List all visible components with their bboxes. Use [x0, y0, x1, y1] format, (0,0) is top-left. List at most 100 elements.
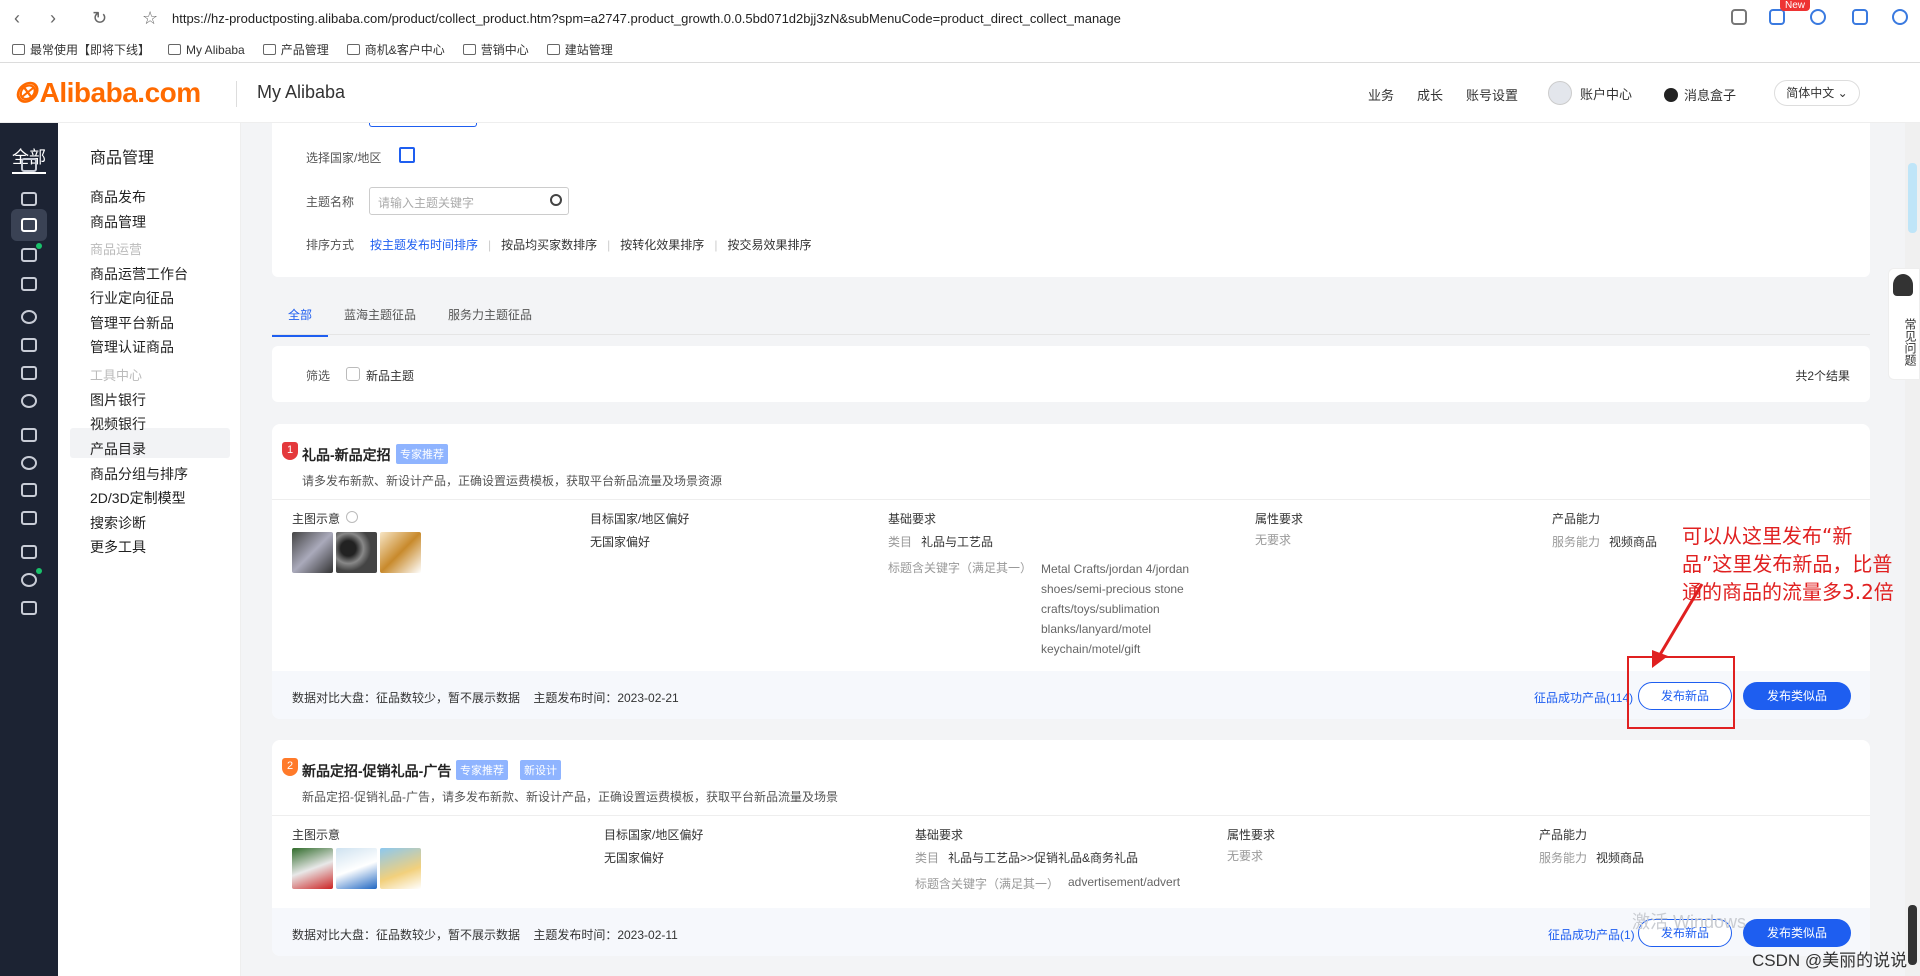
- tab-divider: [272, 334, 1870, 335]
- video-icon[interactable]: [21, 248, 37, 262]
- help-icon[interactable]: [346, 511, 358, 523]
- sort-by-publish-time[interactable]: 按主题发布时间排序: [370, 236, 478, 253]
- topic-label: 主题名称: [306, 195, 355, 209]
- tab-service[interactable]: 服务力主题征品: [432, 300, 548, 337]
- open-tab-icon[interactable]: [1731, 9, 1747, 25]
- search-icon[interactable]: [550, 194, 562, 206]
- home-icon[interactable]: [21, 158, 37, 172]
- product-thumbnail[interactable]: [336, 532, 377, 573]
- menu-product-manage[interactable]: 商品管理: [90, 212, 146, 232]
- sort-by-conversion[interactable]: 按转化效果排序: [620, 236, 704, 253]
- reload-icon[interactable]: ↻: [92, 8, 107, 29]
- nav-account-settings[interactable]: 账号设置: [1466, 85, 1518, 104]
- divider: |: [607, 237, 611, 252]
- card-title[interactable]: 礼品-新品定招: [302, 445, 391, 465]
- publish-similar-button[interactable]: 发布类似品: [1743, 919, 1851, 947]
- product-thumbnail[interactable]: [380, 848, 421, 889]
- tab-blue-ocean[interactable]: 蓝海主题征品: [328, 300, 432, 337]
- bookmark-item[interactable]: 建站管理: [546, 41, 613, 58]
- menu-product-publish[interactable]: 商品发布: [90, 187, 146, 207]
- account-center[interactable]: 账户中心: [1548, 81, 1632, 105]
- site-header: ⨷ Alibaba.com My Alibaba 业务 成长 账号设置 账户中心 …: [0, 63, 1920, 123]
- address-bar[interactable]: https://hz-productposting.alibaba.com/pr…: [172, 11, 1121, 26]
- nav-business[interactable]: 业务: [1368, 85, 1394, 104]
- message-icon[interactable]: [21, 366, 37, 380]
- bookmark-item[interactable]: My Alibaba: [168, 41, 245, 58]
- broadcast-icon[interactable]: [21, 310, 37, 324]
- keyword-line: blanks/lanyard/motel: [1041, 622, 1152, 636]
- menu-video-bank[interactable]: 视频银行: [90, 414, 146, 434]
- plant-icon[interactable]: [21, 573, 37, 587]
- toolbox-icon[interactable]: [21, 601, 37, 615]
- nav-growth[interactable]: 成长: [1417, 85, 1443, 104]
- back-icon[interactable]: ‹: [14, 8, 20, 29]
- ability-label: 产品能力: [1539, 828, 1588, 842]
- chevron-down-icon: ⌄: [1837, 86, 1848, 100]
- message-box[interactable]: 消息盒子: [1664, 85, 1736, 104]
- bookmark-item[interactable]: 营销中心: [462, 41, 529, 58]
- target-value: 无国家偏好: [590, 535, 651, 549]
- new-topic-checkbox[interactable]: [346, 367, 360, 381]
- scroll-thumb[interactable]: [1908, 163, 1917, 233]
- mail-icon[interactable]: [1852, 9, 1868, 25]
- sort-by-buyers[interactable]: 按品均买家数排序: [501, 236, 597, 253]
- publish-similar-button[interactable]: 发布类似品: [1743, 682, 1851, 710]
- tag-expert: 专家推荐: [456, 760, 508, 780]
- extension-icon[interactable]: [1810, 9, 1826, 25]
- new-badge: New: [1780, 0, 1811, 11]
- product-thumbnail[interactable]: [292, 532, 333, 573]
- menu-certified[interactable]: 管理认证商品: [90, 337, 174, 357]
- basic-label: 基础要求: [888, 512, 937, 526]
- scroll-thumb[interactable]: [1908, 905, 1917, 965]
- menu-platform-new[interactable]: 管理平台新品: [90, 313, 174, 333]
- menu-catalog[interactable]: 产品目录: [90, 439, 146, 459]
- alibaba-logo[interactable]: ⨷ Alibaba.com: [14, 77, 201, 110]
- attr-value: 无要求: [1227, 849, 1264, 863]
- store-icon[interactable]: [21, 192, 37, 206]
- product-icon[interactable]: [21, 218, 37, 232]
- result-count: 共2个结果: [1795, 369, 1850, 383]
- globe-icon[interactable]: [21, 456, 37, 470]
- extension-icon[interactable]: [1892, 9, 1908, 25]
- document-icon[interactable]: [21, 428, 37, 442]
- menu-image-bank[interactable]: 图片银行: [90, 390, 146, 410]
- topic-search-input[interactable]: 请输入主题关键字: [369, 187, 569, 215]
- language-select[interactable]: 简体中文 ⌄: [1774, 80, 1860, 106]
- windows-activation-overlay: 激活 Windows: [1632, 912, 1747, 932]
- menu-industry-collect[interactable]: 行业定向征品: [90, 288, 174, 308]
- menu-search-diagnosis[interactable]: 搜索诊断: [90, 513, 146, 533]
- menu-grouping[interactable]: 商品分组与排序: [90, 464, 188, 484]
- product-thumbnail[interactable]: [380, 532, 421, 573]
- users-icon[interactable]: [21, 394, 37, 408]
- product-thumbnail[interactable]: [292, 848, 333, 889]
- card-title[interactable]: 新品定招-促销礼品-广告: [302, 761, 451, 781]
- sort-by-trade[interactable]: 按交易效果排序: [727, 236, 811, 253]
- left-icon-bar: 全部: [0, 123, 58, 976]
- forward-icon[interactable]: ›: [50, 8, 56, 29]
- success-products-link[interactable]: 征品成功产品(1): [1548, 926, 1635, 943]
- rank-badge: 2: [282, 758, 298, 776]
- menu-operations-workbench[interactable]: 商品运营工作台: [90, 264, 188, 284]
- folder-icon: [12, 44, 25, 55]
- menu-3d-model[interactable]: 2D/3D定制模型: [90, 488, 186, 508]
- shield-icon[interactable]: [21, 545, 37, 559]
- scrollbar[interactable]: [1905, 123, 1920, 976]
- chart-icon[interactable]: [21, 277, 37, 291]
- clipboard-icon[interactable]: [21, 338, 37, 352]
- extension-icon[interactable]: [1769, 9, 1785, 25]
- success-products-link[interactable]: 征品成功产品(114): [1534, 689, 1633, 706]
- bookmark-item[interactable]: 产品管理: [262, 41, 329, 58]
- finance-icon[interactable]: [21, 511, 37, 525]
- edit-icon[interactable]: [399, 147, 415, 163]
- status-dot: [36, 243, 42, 249]
- product-thumbnail[interactable]: [336, 848, 377, 889]
- section-title[interactable]: My Alibaba: [257, 82, 345, 103]
- bookmark-item[interactable]: 最常使用【即将下线】: [12, 41, 150, 58]
- avatar: [1548, 81, 1572, 105]
- tab-all[interactable]: 全部: [272, 300, 329, 337]
- menu-more-tools[interactable]: 更多工具: [90, 537, 146, 557]
- ship-icon[interactable]: [21, 483, 37, 497]
- country-label: 选择国家/地区: [306, 151, 382, 165]
- bookmark-item[interactable]: 商机&客户中心: [346, 41, 445, 58]
- star-icon[interactable]: ☆: [142, 8, 158, 29]
